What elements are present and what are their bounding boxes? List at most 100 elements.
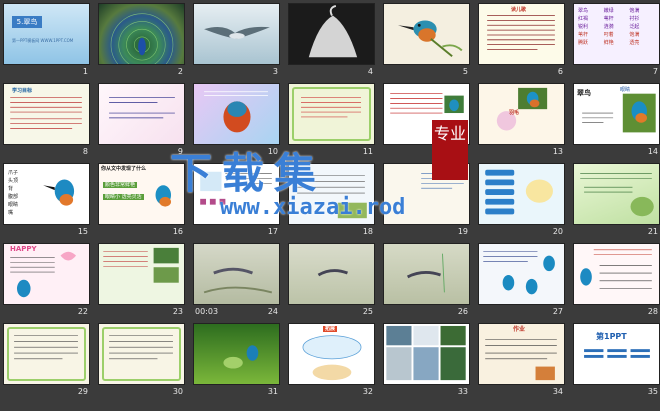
slide-thumbnail-13[interactable]: 羽毛 13 <box>478 83 565 159</box>
slide-thumbnail-6[interactable]: 读儿歌 6 <box>478 3 565 79</box>
text-lines <box>14 335 78 360</box>
slide-thumbnail-24[interactable]: 00:03 24 <box>193 243 280 319</box>
slide-thumbnail-23[interactable]: 23 <box>98 243 185 319</box>
slide-thumbnail-20[interactable]: 20 <box>478 163 565 239</box>
speech-bubble <box>302 335 362 381</box>
slide-number: 15 <box>77 227 88 236</box>
slide-number: 2 <box>177 67 183 76</box>
slide-subtitle: 第一PPT模板网 WWW.1PPT.COM <box>12 38 74 43</box>
slide-number: 9 <box>177 147 183 156</box>
slide-title: 羽毛 <box>509 110 520 116</box>
slide-number: 18 <box>362 227 373 236</box>
slide-thumbnail-15[interactable]: 爪子 头顶 背 腹部 眼睛 嘴 15 <box>3 163 90 239</box>
word-list: 翠鸟 嫩绿 饱满 红褐 苇杆 衬衫 锐利 涟漪 泛起 苇杆 叼着 饱满 腾跃 鲜… <box>578 8 655 46</box>
word-item: 锐利 <box>578 24 589 30</box>
slide-thumbnail-1[interactable]: 5.翠鸟 第一PPT模板网 WWW.1PPT.COM 1 <box>3 3 90 79</box>
slide-thumbnail-35[interactable]: 第1PPT 35 <box>573 323 660 399</box>
slide-thumbnail-27[interactable]: 27 <box>478 243 565 319</box>
slide-number: 31 <box>267 387 278 396</box>
slide-number: 27 <box>552 307 563 316</box>
slide-thumbnail-26[interactable]: 26 <box>383 243 470 319</box>
slide-thumbnail-4[interactable]: 4 <box>288 3 375 79</box>
slide-number: 3 <box>272 67 278 76</box>
text-lines <box>580 173 654 217</box>
slide-thumbnail-33[interactable]: 33 <box>383 323 470 399</box>
word-item: 衬衫 <box>629 16 640 22</box>
kingfisher-photo <box>496 87 548 131</box>
slide-number: 8 <box>82 147 88 156</box>
slide-thumbnail-9[interactable]: 9 <box>98 83 185 159</box>
slide-thumbnail-17[interactable]: 17 <box>193 163 280 239</box>
slide-number: 17 <box>267 227 278 236</box>
word-item: 嫩绿 <box>603 8 614 14</box>
slide-thumbnail-10[interactable]: 10 <box>193 83 280 159</box>
slide-number: 32 <box>362 387 373 396</box>
slide-number: 4 <box>367 67 373 76</box>
slide-number: 24 <box>267 307 278 316</box>
slide-thumbnail-31[interactable]: 31 <box>193 323 280 399</box>
word-item: 涟漪 <box>603 24 614 30</box>
word-item: 饱满 <box>629 32 640 38</box>
slide-number: 5 <box>462 67 468 76</box>
slide-thumbnail-34[interactable]: 作业 34 <box>478 323 565 399</box>
text-and-bird <box>10 251 77 298</box>
word-item: 苇杆 <box>603 16 614 22</box>
slide-thumbnail-30[interactable]: 30 <box>98 323 185 399</box>
slide-thumbnail-8[interactable]: 学习目标 8 <box>3 83 90 159</box>
kingfisher-photo <box>155 185 172 207</box>
slide-number: 6 <box>557 67 563 76</box>
word-item: 透亮 <box>629 40 640 46</box>
slide-number: 11 <box>362 147 373 156</box>
slide-thumbnail-25[interactable]: 25 <box>288 243 375 319</box>
slide-number: 34 <box>552 387 563 396</box>
slide-number: 13 <box>552 147 563 156</box>
video-frame <box>406 253 445 293</box>
slide-thumbnail-18[interactable]: 18 <box>288 163 375 239</box>
text-and-birds <box>483 251 555 295</box>
word-item: 苇杆 <box>578 32 589 38</box>
text-lines <box>301 97 362 118</box>
text-lines <box>109 97 175 119</box>
slide-number: 22 <box>77 307 88 316</box>
slide-thumbnail-28[interactable]: 28 <box>573 243 660 319</box>
link-list <box>584 349 650 358</box>
word-item: 红褐 <box>578 16 589 22</box>
slide-sorter-grid: 5.翠鸟 第一PPT模板网 WWW.1PPT.COM 1 2 3 4 5 读儿歌… <box>3 3 660 399</box>
video-frame <box>317 269 348 277</box>
slide-number: 33 <box>457 387 468 396</box>
word-item: 饱满 <box>629 8 640 14</box>
slide-number: 7 <box>652 67 658 76</box>
word-item: 泛起 <box>629 24 640 30</box>
slide-number: 35 <box>647 387 658 396</box>
text-lines <box>297 175 367 219</box>
slide-number: 21 <box>647 227 658 236</box>
kingfisher-illustration <box>204 91 268 133</box>
question-list <box>485 169 553 215</box>
slide-number: 30 <box>172 387 183 396</box>
text-lines <box>109 335 173 360</box>
slide-thumbnail-2[interactable]: 2 <box>98 3 185 79</box>
slide-thumbnail-16[interactable]: 你从文中发现了什么 颜色非常鲜艳 眼睛小 透亮灵活 16 <box>98 163 185 239</box>
kingfisher-photo <box>582 93 656 133</box>
kingfisher-photo <box>43 179 75 206</box>
slide-thumbnail-22[interactable]: HAPPY 22 <box>3 243 90 319</box>
slide-thumbnail-12[interactable]: 12 <box>383 83 470 159</box>
video-frame <box>203 267 273 294</box>
slide-number: 23 <box>172 307 183 316</box>
slide-thumbnail-11[interactable]: 11 <box>288 83 375 159</box>
slide-number: 1 <box>82 67 88 76</box>
slide-number: 16 <box>172 227 183 236</box>
slide-thumbnail-5[interactable]: 5 <box>383 3 470 79</box>
slide-number: 26 <box>457 307 468 316</box>
slide-thumbnail-19[interactable]: 19 <box>383 163 470 239</box>
slide-thumbnail-21[interactable]: 21 <box>573 163 660 239</box>
slide-thumbnail-32[interactable]: 拓展 32 <box>288 323 375 399</box>
slide-thumbnail-7[interactable]: 翠鸟 嫩绿 饱满 红褐 苇杆 衬衫 锐利 涟漪 泛起 苇杆 叼着 饱满 腾跃 鲜… <box>573 3 660 79</box>
slide-thumbnail-29[interactable]: 29 <box>3 323 90 399</box>
word-item: 叼着 <box>603 32 614 38</box>
slide-thumbnail-14[interactable]: 翠鸟 眼睛 14 <box>573 83 660 159</box>
slide-thumbnail-3[interactable]: 3 <box>193 3 280 79</box>
bird-collage <box>386 325 466 381</box>
word-item: 翠鸟 <box>578 8 589 14</box>
video-duration: 00:03 <box>195 307 219 316</box>
